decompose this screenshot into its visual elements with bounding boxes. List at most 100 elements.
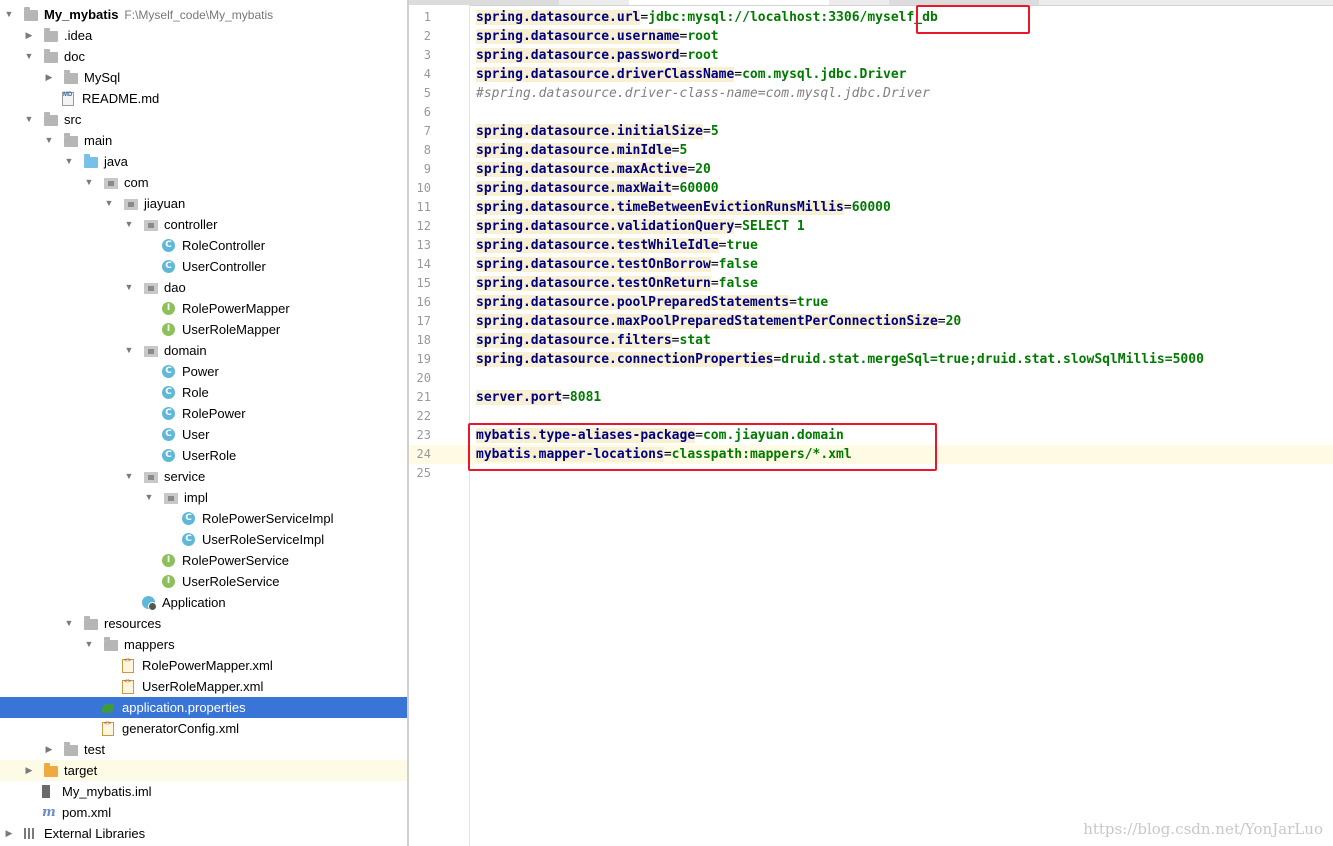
tree-item[interactable]: C RolePowerServiceImpl xyxy=(0,508,407,529)
tree-item[interactable]: ▼ mappers xyxy=(0,634,407,655)
code-line[interactable]: 7 spring.datasource.initialSize=5 xyxy=(409,122,1333,141)
equals-sign: = xyxy=(734,67,743,82)
expand-arrow-icon[interactable]: ▶ xyxy=(44,739,54,760)
tree-item[interactable]: ▼ dao xyxy=(0,277,407,298)
annotation-box-db-name xyxy=(916,5,1030,34)
code-line[interactable]: 6 xyxy=(409,103,1333,122)
tree-item[interactable]: ▼ My_mybatis F:\Myself_code\My_mybatis xyxy=(0,4,407,25)
collapse-arrow-icon[interactable]: ▼ xyxy=(64,613,74,634)
tree-item[interactable]: Application xyxy=(0,592,407,613)
collapse-arrow-icon[interactable]: ▼ xyxy=(104,193,114,214)
folder-icon xyxy=(24,7,38,21)
code-line[interactable]: 21 server.port=8081 xyxy=(409,388,1333,407)
tree-item[interactable]: ▼ resources xyxy=(0,613,407,634)
code-line[interactable]: 4 spring.datasource.driverClassName=com.m… xyxy=(409,65,1333,84)
code-line[interactable]: 11 spring.datasource.timeBetweenEvictionR… xyxy=(409,198,1333,217)
collapse-arrow-icon[interactable]: ▼ xyxy=(24,46,34,67)
line-number: 17 xyxy=(416,314,431,328)
tree-item[interactable]: ▼ jiayuan xyxy=(0,193,407,214)
tree-item[interactable]: My_mybatis.iml xyxy=(0,781,407,802)
tree-item[interactable]: ▼ service xyxy=(0,466,407,487)
project-tree-panel[interactable]: ▼ My_mybatis F:\Myself_code\My_mybatis ▶ .id… xyxy=(0,0,407,846)
editor-tab-active[interactable] xyxy=(629,0,829,5)
tree-item[interactable]: ▶ MySql xyxy=(0,67,407,88)
collapse-arrow-icon[interactable]: ▼ xyxy=(24,109,34,130)
tree-item[interactable]: application.properties xyxy=(0,697,407,718)
tree-item[interactable]: ▼ doc xyxy=(0,46,407,67)
tree-item[interactable]: C Role xyxy=(0,382,407,403)
line-number: 22 xyxy=(416,409,431,423)
tree-item[interactable]: C RolePower xyxy=(0,403,407,424)
tree-item[interactable]: UserRoleMapper.xml xyxy=(0,672,407,697)
tree-item[interactable]: m pom.xml xyxy=(0,802,407,823)
editor-panel[interactable]: 1 spring.datasource.url = jdbc:mysql://loca… xyxy=(409,0,1333,846)
tree-item[interactable]: RolePowerMapper.xml xyxy=(0,651,407,676)
tree-item[interactable]: README.md xyxy=(0,85,407,109)
collapse-arrow-icon[interactable]: ▼ xyxy=(4,4,14,25)
collapse-arrow-icon[interactable]: ▼ xyxy=(124,466,134,487)
collapse-arrow-icon[interactable]: ▼ xyxy=(124,340,134,361)
collapse-arrow-icon[interactable]: ▼ xyxy=(44,130,54,151)
tree-item[interactable]: generatorConfig.xml xyxy=(0,714,407,739)
tree-item[interactable]: ▶ External Libraries xyxy=(0,823,407,844)
tree-item-label: generatorConfig.xml xyxy=(122,721,240,736)
tree-item[interactable]: ▼ impl xyxy=(0,487,407,508)
tree-item[interactable]: C UserController xyxy=(0,256,407,277)
property-key: spring.datasource.minIdle xyxy=(476,143,672,158)
class-icon: C xyxy=(162,386,175,399)
code-line[interactable]: 12 spring.datasource.validationQuery=SELE… xyxy=(409,217,1333,236)
tree-item[interactable]: ▶ test xyxy=(0,739,407,760)
tree-item[interactable]: ▼ src xyxy=(0,109,407,130)
code-line[interactable]: 2 spring.datasource.username=root xyxy=(409,27,1333,46)
property-value: true xyxy=(796,295,829,310)
code-area[interactable]: 1 spring.datasource.url = jdbc:mysql://loca… xyxy=(409,8,1333,483)
code-line[interactable]: 13 spring.datasource.testWhileIdle=true xyxy=(409,236,1333,255)
folder-icon xyxy=(44,112,58,126)
tree-item[interactable]: ▶ .idea xyxy=(0,25,407,46)
code-line[interactable]: 5 #spring.datasource.driver-class-name=co… xyxy=(409,84,1333,103)
code-line[interactable]: 1 spring.datasource.url=jdbc:mysql://loca… xyxy=(409,8,1333,27)
tree-item[interactable]: I RolePowerMapper xyxy=(0,298,407,319)
tree-item[interactable]: C UserRole xyxy=(0,445,407,466)
code-line[interactable]: 18 spring.datasource.filters=stat xyxy=(409,331,1333,350)
collapse-arrow-icon[interactable]: ▼ xyxy=(124,214,134,235)
code-line[interactable]: 9 spring.datasource.maxActive=20 xyxy=(409,160,1333,179)
code-line[interactable]: 14 spring.datasource.testOnBorrow=false xyxy=(409,255,1333,274)
expand-arrow-icon[interactable]: ▶ xyxy=(4,823,14,844)
tree-item[interactable]: ▼ java xyxy=(0,151,407,172)
editor-tab-strip[interactable] xyxy=(409,0,1333,6)
tree-item[interactable]: I UserRoleMapper xyxy=(0,319,407,340)
tree-item[interactable]: I RolePowerService xyxy=(0,550,407,571)
collapse-arrow-icon[interactable]: ▼ xyxy=(144,487,154,508)
tree-item[interactable]: C Power xyxy=(0,361,407,382)
tree-item[interactable]: C RoleController xyxy=(0,235,407,256)
property-key: spring.datasource.maxWait xyxy=(476,181,672,196)
collapse-arrow-icon[interactable]: ▼ xyxy=(64,151,74,172)
tree-item[interactable]: ▼ domain xyxy=(0,340,407,361)
code-line[interactable]: 17 spring.datasource.maxPoolPreparedState… xyxy=(409,312,1333,331)
collapse-arrow-icon[interactable]: ▼ xyxy=(124,277,134,298)
collapse-arrow-icon[interactable]: ▼ xyxy=(84,172,94,193)
tree-item[interactable]: C User xyxy=(0,424,407,445)
tree-item[interactable]: ▼ main xyxy=(0,130,407,151)
tree-item-label: UserRoleMapper.xml xyxy=(142,679,264,694)
equals-sign: = xyxy=(687,162,696,177)
spring-app-icon xyxy=(142,596,157,611)
line-number: 5 xyxy=(423,86,431,100)
code-line[interactable]: 19 spring.datasource.connectionProperties… xyxy=(409,350,1333,369)
collapse-arrow-icon[interactable]: ▼ xyxy=(84,634,94,655)
expand-arrow-icon[interactable]: ▶ xyxy=(24,25,34,46)
expand-arrow-icon[interactable]: ▶ xyxy=(24,760,34,781)
code-line[interactable]: 3 spring.datasource.password=root xyxy=(409,46,1333,65)
code-line[interactable]: 15 spring.datasource.testOnReturn=false xyxy=(409,274,1333,293)
expand-arrow-icon[interactable]: ▶ xyxy=(44,67,54,88)
code-line[interactable]: 8 spring.datasource.minIdle=5 xyxy=(409,141,1333,160)
code-line[interactable]: 16 spring.datasource.poolPreparedStatemen… xyxy=(409,293,1333,312)
tree-item[interactable]: ▼ com xyxy=(0,172,407,193)
tree-item[interactable]: ▶ target xyxy=(0,760,407,781)
tree-item[interactable]: ▼ controller xyxy=(0,214,407,235)
tree-item[interactable]: C UserRoleServiceImpl xyxy=(0,529,407,550)
tree-item[interactable]: I UserRoleService xyxy=(0,571,407,592)
code-line[interactable]: 20 xyxy=(409,369,1333,388)
code-line[interactable]: 10 spring.datasource.maxWait=60000 xyxy=(409,179,1333,198)
